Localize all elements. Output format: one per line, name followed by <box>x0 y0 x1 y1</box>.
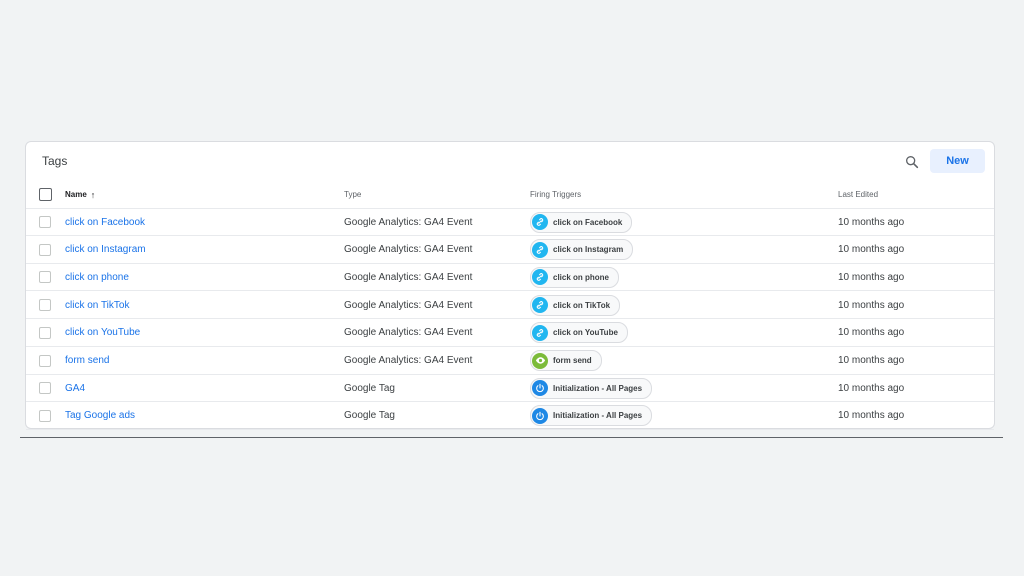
column-header-name-label: Name <box>65 190 87 199</box>
search-icon[interactable] <box>901 151 923 173</box>
trigger-chip[interactable]: click on Instagram <box>530 239 634 261</box>
table-row[interactable]: click on YouTube Google Analytics: GA4 Ev… <box>26 320 994 347</box>
column-header-firing-triggers[interactable]: Firing Triggers <box>530 181 581 208</box>
power-icon <box>532 380 548 397</box>
column-header-type[interactable]: Type <box>344 181 361 208</box>
link-icon <box>532 214 548 230</box>
last-edited: 10 months ago <box>838 244 905 256</box>
link-icon <box>532 241 548 258</box>
row-checkbox[interactable] <box>39 326 51 339</box>
power-icon <box>532 407 548 424</box>
trigger-chip[interactable]: Initialization - All Pages <box>530 405 653 427</box>
tag-type: Google Tag <box>344 382 395 394</box>
tag-type: Google Analytics: GA4 Event <box>344 355 473 366</box>
tag-name-link[interactable]: click on TikTok <box>65 300 129 311</box>
sort-arrow-up-icon: ↑ <box>90 189 96 200</box>
column-header-last-edited[interactable]: Last Edited <box>838 181 878 208</box>
trigger-chip-label: click on YouTube <box>553 328 618 338</box>
tag-name-link[interactable]: Tag Google ads <box>65 410 135 421</box>
tag-name-link[interactable]: click on Facebook <box>65 217 145 228</box>
last-edited: 10 months ago <box>838 382 905 394</box>
tag-name-link[interactable]: click on phone <box>65 272 129 283</box>
row-checkbox[interactable] <box>39 354 51 367</box>
trigger-chip[interactable]: click on Facebook <box>530 211 633 233</box>
row-checkbox[interactable] <box>39 271 51 284</box>
trigger-chip[interactable]: form send <box>530 350 602 371</box>
row-checkbox[interactable] <box>39 216 51 228</box>
row-checkbox[interactable] <box>39 243 51 256</box>
table-row[interactable]: Tag Google ads Google Tag Initialization -… <box>26 403 994 430</box>
tag-type: Google Analytics: GA4 Event <box>344 216 473 228</box>
trigger-chip-label: click on phone <box>553 272 610 282</box>
trigger-chip[interactable]: click on TikTok <box>530 294 621 316</box>
trigger-chip-label: Initialization - All Pages <box>553 411 643 421</box>
tag-name-link[interactable]: form send <box>65 355 109 366</box>
select-all-checkbox[interactable] <box>39 188 52 201</box>
link-icon <box>532 324 548 341</box>
table-row[interactable]: click on TikTok Google Analytics: GA4 Eve… <box>26 292 994 320</box>
last-edited: 10 months ago <box>838 271 905 283</box>
tag-type: Google Analytics: GA4 Event <box>344 244 473 256</box>
table-row[interactable]: click on Instagram Google Analytics: GA4 … <box>26 237 994 264</box>
trigger-chip-label: form send <box>553 356 592 365</box>
trigger-chip[interactable]: Initialization - All Pages <box>530 377 653 399</box>
trigger-chip[interactable]: click on YouTube <box>530 322 628 344</box>
eye-icon <box>532 352 548 369</box>
panel-title: Tags <box>42 154 68 168</box>
row-checkbox[interactable] <box>39 382 51 395</box>
table-header: Name ↑ Type Firing Triggers Last Edited <box>26 181 994 209</box>
table-row[interactable]: click on phone Google Analytics: GA4 Even… <box>26 264 994 292</box>
last-edited: 10 months ago <box>838 327 905 339</box>
trigger-chip-label: click on Instagram <box>553 245 624 255</box>
tag-type: Google Tag <box>344 410 395 422</box>
tags-panel: Tags New Name ↑ Type Firing Triggers Las… <box>25 141 995 430</box>
column-header-name[interactable]: Name ↑ <box>65 181 95 208</box>
divider <box>20 437 1003 438</box>
new-button[interactable]: New <box>930 149 985 173</box>
last-edited: 10 months ago <box>838 355 905 366</box>
trigger-chip[interactable]: click on phone <box>530 266 620 288</box>
tag-name-link[interactable]: click on YouTube <box>65 327 140 338</box>
row-checkbox[interactable] <box>39 299 51 312</box>
link-icon <box>532 297 548 314</box>
last-edited: 10 months ago <box>838 216 905 228</box>
row-checkbox[interactable] <box>39 409 51 422</box>
table-row[interactable]: click on Facebook Google Analytics: GA4 E… <box>26 209 994 236</box>
table-row[interactable]: form send Google Analytics: GA4 Event form… <box>26 348 994 375</box>
tag-type: Google Analytics: GA4 Event <box>344 327 473 339</box>
trigger-chip-label: click on Facebook <box>553 217 623 227</box>
tag-type: Google Analytics: GA4 Event <box>344 299 473 311</box>
trigger-chip-label: Initialization - All Pages <box>553 383 643 393</box>
last-edited: 10 months ago <box>838 299 905 311</box>
link-icon <box>532 269 548 286</box>
tag-name-link[interactable]: GA4 <box>65 383 85 394</box>
tag-name-link[interactable]: click on Instagram <box>65 244 146 255</box>
last-edited: 10 months ago <box>838 410 905 422</box>
tag-type: Google Analytics: GA4 Event <box>344 271 473 283</box>
table-row[interactable]: GA4 Google Tag Initialization - All Pages 1… <box>26 375 994 403</box>
trigger-chip-label: click on TikTok <box>553 300 611 310</box>
